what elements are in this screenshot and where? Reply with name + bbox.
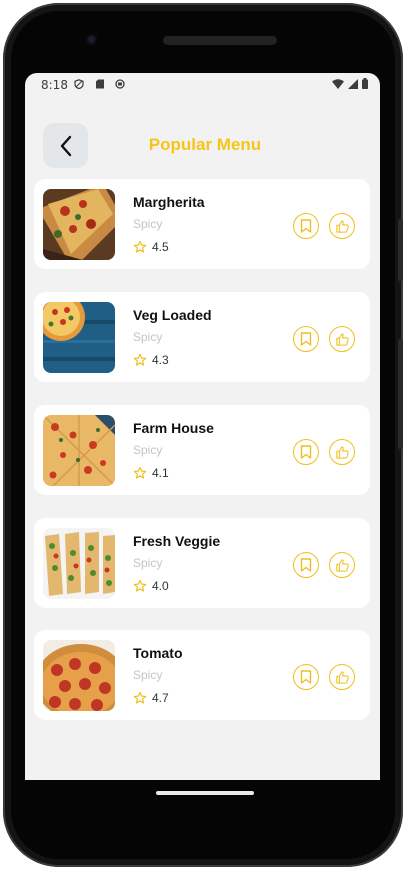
rating-value: 4.3: [152, 353, 169, 367]
food-image: [43, 302, 115, 373]
bookmark-icon: [300, 332, 312, 346]
bookmark-button[interactable]: [293, 664, 319, 690]
volume-button: [398, 219, 403, 281]
food-image: [43, 415, 115, 486]
rating-value: 4.0: [152, 579, 169, 593]
menu-item-card[interactable]: Fresh Veggie Spicy 4.0: [34, 518, 370, 608]
item-name: Margherita: [133, 194, 205, 210]
star-outline-icon: [133, 466, 147, 479]
rating-value: 4.7: [152, 691, 169, 705]
like-button[interactable]: [329, 664, 355, 690]
rating-value: 4.5: [152, 240, 169, 254]
status-time: 8:18: [41, 78, 68, 92]
star-outline-icon: [133, 691, 147, 704]
thumbs-up-icon: [335, 558, 349, 572]
gesture-nav-bar[interactable]: [156, 791, 254, 795]
food-image: [43, 528, 115, 599]
item-tag: Spicy: [133, 330, 163, 344]
bookmark-button[interactable]: [293, 552, 319, 578]
like-button[interactable]: [329, 326, 355, 352]
bookmark-icon: [300, 670, 312, 684]
signal-icon: [348, 78, 358, 89]
item-rating: 4.7: [133, 691, 169, 705]
power-button: [398, 339, 403, 449]
like-button[interactable]: [329, 213, 355, 239]
status-right-icons: [332, 78, 368, 89]
back-button[interactable]: [43, 123, 88, 168]
menu-item-card[interactable]: Veg Loaded Spicy 4.3: [34, 292, 370, 382]
item-name: Fresh Veggie: [133, 533, 221, 549]
chevron-left-icon: [60, 135, 71, 156]
thumbs-up-icon: [335, 445, 349, 459]
bookmark-button[interactable]: [293, 439, 319, 465]
status-bar: 8:18: [25, 73, 380, 97]
item-tag: Spicy: [133, 217, 163, 231]
bookmark-icon: [300, 219, 312, 233]
thumbs-up-icon: [335, 332, 349, 346]
item-rating: 4.0: [133, 579, 169, 593]
menu-item-card[interactable]: Farm House Spicy 4.1: [34, 405, 370, 495]
like-button[interactable]: [329, 552, 355, 578]
rating-value: 4.1: [152, 466, 169, 480]
page-title: Popular Menu: [148, 135, 262, 154]
thumbs-up-icon: [335, 219, 349, 233]
battery-icon: [362, 78, 368, 89]
food-image: [43, 189, 115, 260]
thumbs-up-icon: [335, 670, 349, 684]
item-tag: Spicy: [133, 443, 163, 457]
menu-item-card[interactable]: Tomato Spicy 4.7: [34, 630, 370, 720]
item-rating: 4.1: [133, 466, 169, 480]
item-name: Farm House: [133, 420, 214, 436]
bookmark-button[interactable]: [293, 213, 319, 239]
food-image: [43, 640, 115, 711]
star-outline-icon: [133, 240, 147, 253]
item-rating: 4.3: [133, 353, 169, 367]
star-outline-icon: [133, 353, 147, 366]
item-tag: Spicy: [133, 668, 163, 682]
earpiece-speaker: [163, 36, 277, 45]
item-name: Veg Loaded: [133, 307, 212, 323]
bookmark-icon: [300, 558, 312, 572]
front-camera: [86, 34, 97, 45]
menu-item-card[interactable]: Margherita Spicy 4.5: [34, 179, 370, 269]
bookmark-button[interactable]: [293, 326, 319, 352]
star-outline-icon: [133, 579, 147, 592]
sync-icon: [115, 79, 125, 89]
bookmark-icon: [300, 445, 312, 459]
shield-icon: [74, 79, 84, 89]
item-tag: Spicy: [133, 556, 163, 570]
item-rating: 4.5: [133, 240, 169, 254]
sd-card-icon: [96, 79, 104, 89]
wifi-icon: [332, 78, 344, 89]
app-screen: 8:18 Popular Menu Margherita Spicy 4.5 V…: [25, 73, 380, 780]
like-button[interactable]: [329, 439, 355, 465]
item-name: Tomato: [133, 645, 183, 661]
